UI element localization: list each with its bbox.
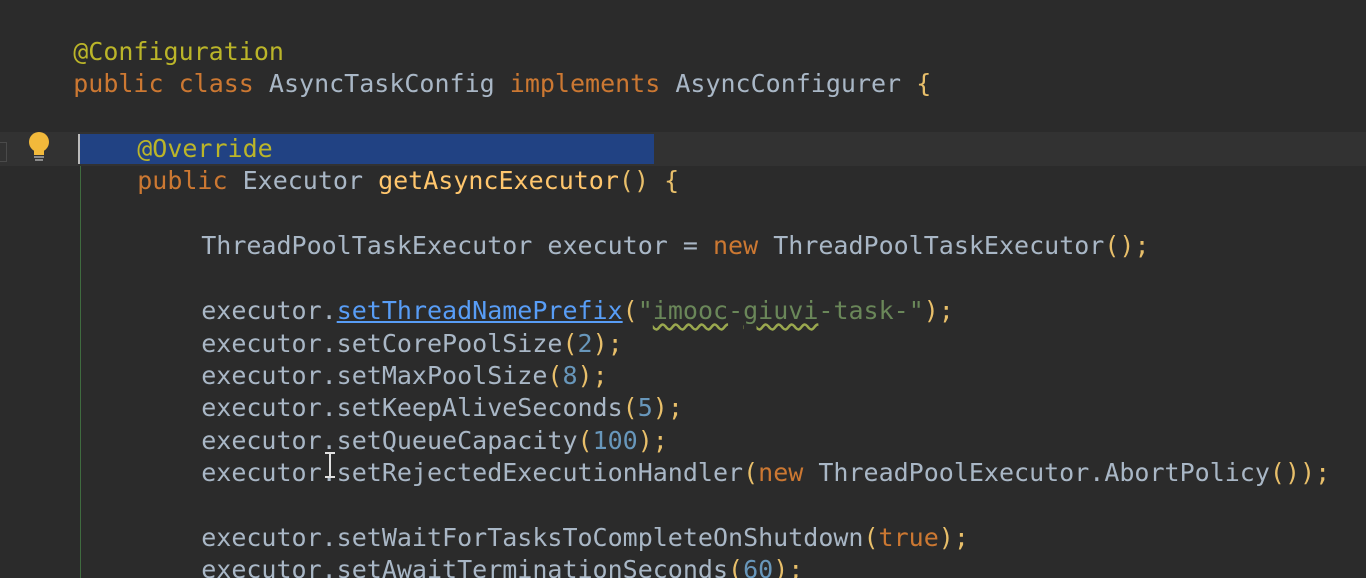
close-paren: ); — [923, 296, 954, 325]
keyword-new: new — [758, 458, 804, 487]
code-line-9[interactable]: executor.setKeepAliveSeconds(5); — [141, 360, 683, 422]
inner-parens: () — [1269, 458, 1301, 487]
method-parens: () — [618, 166, 650, 195]
code-line-11[interactable]: executor.setRejectedExecutionHandler(new… — [141, 425, 1330, 487]
code-line-1[interactable]: @Configuration — [13, 4, 284, 66]
close-paren: ); — [1300, 458, 1331, 487]
code-line-3[interactable]: @Override — [77, 101, 272, 163]
open-brace: { — [916, 69, 932, 98]
open-paren: ( — [743, 458, 759, 487]
text-caret — [78, 134, 80, 164]
code-line-2[interactable]: public class AsyncTaskConfig implements … — [13, 36, 931, 98]
open-paren: ( — [863, 523, 879, 552]
code-line-6[interactable]: executor.setThreadNamePrefix("imooc-giuv… — [141, 263, 954, 325]
interface-name: AsyncConfigurer — [675, 69, 902, 98]
statement-tail: (); — [1104, 231, 1150, 260]
code-line-12[interactable]: executor.setWaitForTasksToCompleteOnShut… — [141, 490, 969, 552]
close-paren: ); — [773, 555, 804, 578]
var-assign: executor = — [547, 231, 698, 260]
code-line-5[interactable]: ThreadPoolTaskExecutor executor = new Th… — [141, 198, 1149, 260]
method-call: executor.setAwaitTerminationSeconds — [201, 555, 729, 578]
keyword-new: new — [713, 231, 759, 260]
code-line-7[interactable]: executor.setCorePoolSize(2); — [141, 296, 622, 358]
number-arg: 60 — [743, 555, 774, 578]
method-call: executor.setRejectedExecutionHandler — [201, 458, 744, 487]
code-editor[interactable]: @Configuration public class AsyncTaskCon… — [0, 0, 1366, 578]
fold-marker[interactable] — [0, 142, 7, 162]
class-name: AsyncTaskConfig — [268, 69, 495, 98]
code-line-4[interactable]: public Executor getAsyncExecutor() { — [77, 133, 679, 195]
type-name: ThreadPoolTaskExecutor — [201, 231, 533, 260]
string-typo-word-1: imooc — [652, 296, 729, 325]
method-name: getAsyncExecutor — [378, 166, 619, 195]
code-line-8[interactable]: executor.setMaxPoolSize(8); — [141, 328, 607, 390]
constructor-name: ThreadPoolTaskExecutor — [773, 231, 1105, 260]
constructor-arg: ThreadPoolExecutor.AbortPolicy — [818, 458, 1270, 487]
string-typo-word-2: giuvi — [743, 296, 819, 325]
open-paren: ( — [622, 296, 638, 325]
keyword-public: public — [73, 69, 164, 98]
keyword-true: true — [878, 523, 939, 552]
keyword-public: public — [137, 166, 228, 195]
string-hyphen: - — [728, 296, 744, 325]
open-paren: ( — [728, 555, 744, 578]
string-quote: " — [637, 296, 653, 325]
return-type: Executor — [242, 166, 364, 195]
code-line-13[interactable]: executor.setAwaitTerminationSeconds(60); — [141, 522, 803, 578]
text-cursor-icon — [325, 452, 335, 478]
keyword-class: class — [178, 69, 254, 98]
string-rest: -task-" — [818, 296, 924, 325]
keyword-implements: implements — [509, 69, 661, 98]
open-brace: { — [664, 166, 680, 195]
code-line-10[interactable]: executor.setQueueCapacity(100); — [141, 393, 668, 455]
lightbulb-icon[interactable] — [26, 130, 52, 164]
close-paren: ); — [938, 523, 969, 552]
